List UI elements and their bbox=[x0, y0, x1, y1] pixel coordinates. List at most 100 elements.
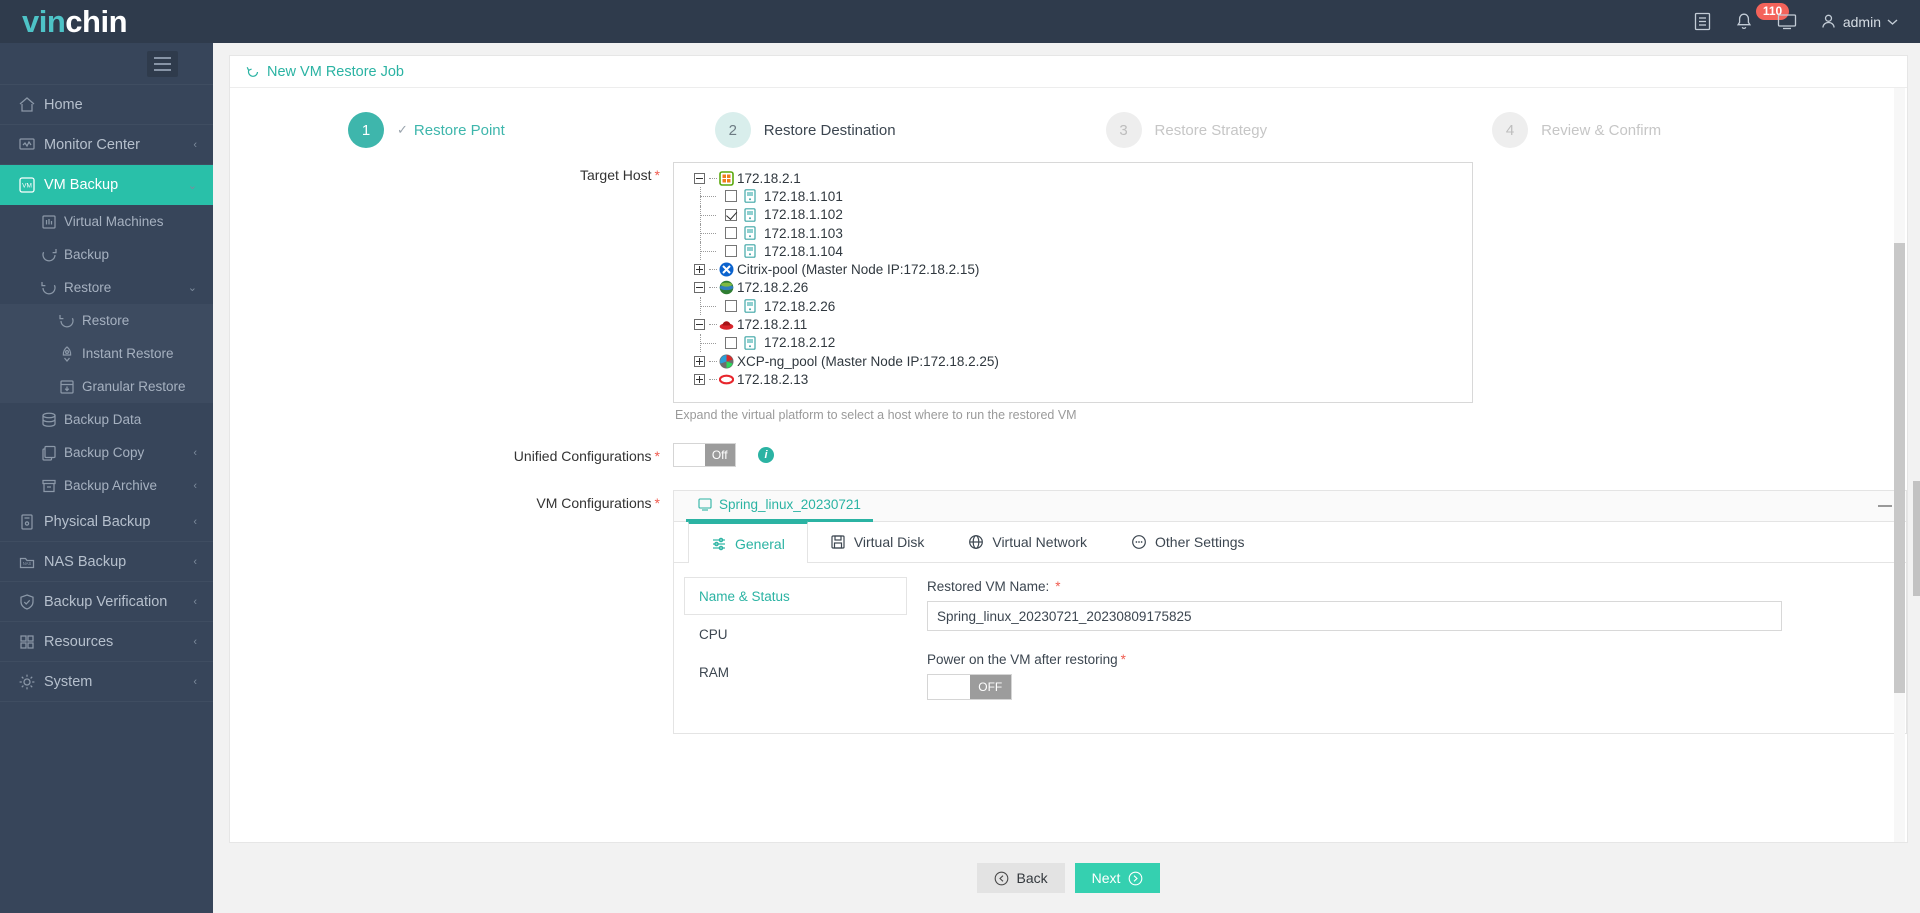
redhat-icon bbox=[719, 317, 734, 332]
subnav-item-name-status[interactable]: Name & Status bbox=[684, 577, 907, 615]
sidebar-item-restore[interactable]: Restore bbox=[0, 304, 213, 337]
sidebar-item-backup-verification[interactable]: Backup Verification ‹ bbox=[0, 582, 213, 622]
back-button[interactable]: Back bbox=[976, 863, 1065, 893]
chevron-icon: ‹ bbox=[193, 446, 197, 459]
expand-icon[interactable] bbox=[694, 355, 705, 367]
sidebar-item-restore[interactable]: Restore ⌄ bbox=[0, 271, 213, 304]
user-menu[interactable]: admin bbox=[1820, 13, 1898, 30]
tree-connector bbox=[709, 177, 717, 179]
sidebar-item-monitor-center[interactable]: Monitor Center ‹ bbox=[0, 125, 213, 165]
inner-scrollbar[interactable] bbox=[1894, 88, 1905, 842]
minimize-icon[interactable] bbox=[1878, 505, 1892, 507]
tree-node-checkbox[interactable] bbox=[725, 190, 737, 203]
tree-node[interactable]: Citrix-pool (Master Node IP:172.18.2.15) bbox=[682, 260, 1464, 278]
step-label: Restore Strategy bbox=[1154, 121, 1268, 139]
sidebar-item-instant-restore[interactable]: Instant Restore bbox=[0, 337, 213, 370]
host-icon bbox=[744, 226, 756, 240]
sidebar-item-label: Resources bbox=[44, 633, 114, 650]
expand-icon[interactable] bbox=[694, 373, 705, 385]
subnav-item-cpu[interactable]: CPU bbox=[684, 615, 907, 653]
wizard-step-3[interactable]: 3 Restore Strategy bbox=[1105, 112, 1268, 148]
tab-general[interactable]: General bbox=[688, 521, 808, 563]
wizard-step-4[interactable]: 4 Review & Confirm bbox=[1492, 112, 1661, 148]
expand-icon[interactable] bbox=[694, 264, 705, 276]
tree-node[interactable]: 172.18.1.101 bbox=[682, 187, 1464, 206]
collapse-icon[interactable] bbox=[694, 319, 705, 331]
bell-icon[interactable]: 110 bbox=[1734, 3, 1790, 32]
tree-node-label: 172.18.1.101 bbox=[764, 188, 843, 204]
page-scrollbar-thumb[interactable] bbox=[1913, 481, 1920, 596]
sidebar-item-resources[interactable]: Resources ‹ bbox=[0, 622, 213, 662]
dots-circle-icon bbox=[1131, 534, 1147, 550]
user-icon bbox=[1822, 14, 1835, 28]
unified-config-toggle[interactable]: Off bbox=[673, 443, 736, 467]
sidebar-item-backup-copy[interactable]: Backup Copy ‹ bbox=[0, 436, 213, 469]
next-button[interactable]: Next bbox=[1074, 863, 1161, 893]
tree-node[interactable]: 172.18.1.104 bbox=[682, 242, 1464, 261]
sidebar-item-backup[interactable]: Backup bbox=[0, 238, 213, 271]
target-host-tree[interactable]: 172.18.2.1 172.18.1.101 172.18.1.102 172.18… bbox=[673, 162, 1473, 403]
info-icon[interactable]: i bbox=[758, 447, 774, 463]
sidebar-item-backup-data[interactable]: Backup Data bbox=[0, 403, 213, 436]
tree-node[interactable]: 172.18.2.26 bbox=[682, 297, 1464, 316]
tree-node-checkbox[interactable] bbox=[725, 300, 737, 313]
tab-virtual-disk[interactable]: Virtual Disk bbox=[808, 522, 947, 562]
subnav-item-label: Name & Status bbox=[699, 588, 790, 604]
tree-node-checkbox[interactable] bbox=[725, 336, 737, 349]
sidebar-item-system[interactable]: System ‹ bbox=[0, 662, 213, 702]
subnav-item-ram[interactable]: RAM bbox=[684, 653, 907, 691]
sidebar-item-label: Physical Backup bbox=[44, 513, 151, 530]
tree-node-checkbox[interactable] bbox=[725, 208, 737, 221]
monitor-icon[interactable] bbox=[1776, 12, 1798, 31]
sidebar-item-label: VM Backup bbox=[44, 177, 119, 193]
hamburger-icon[interactable] bbox=[147, 50, 178, 77]
sidebar-item-virtual-machines[interactable]: Virtual Machines bbox=[0, 205, 213, 238]
sidebar-item-nas-backup[interactable]: NAS NAS Backup ‹ bbox=[0, 542, 213, 582]
tree-node[interactable]: XCP-ng_pool (Master Node IP:172.18.2.25) bbox=[682, 352, 1464, 370]
log-icon[interactable] bbox=[1693, 12, 1712, 31]
sidebar-item-granular-restore[interactable]: Granular Restore bbox=[0, 370, 213, 403]
vm-configurations-panel: Spring_linux_20230721 General Virtual Dis… bbox=[673, 490, 1907, 734]
home-icon bbox=[18, 96, 44, 114]
tree-node[interactable]: 172.18.2.13 bbox=[682, 370, 1464, 388]
page-title: New VM Restore Job bbox=[267, 63, 404, 80]
sidebar-item-vm-backup[interactable]: VM VM Backup ⌄ bbox=[0, 165, 213, 205]
sidebar-item-physical-backup[interactable]: Physical Backup ‹ bbox=[0, 502, 213, 542]
required-mark: * bbox=[1055, 579, 1061, 594]
sidebar-item-label: Virtual Machines bbox=[64, 214, 164, 229]
tree-node[interactable]: 172.18.1.102 bbox=[682, 205, 1464, 224]
chevron-icon: ‹ bbox=[193, 635, 197, 648]
tree-node-label: 172.18.2.11 bbox=[737, 317, 808, 333]
sidebar-item-label: Granular Restore bbox=[82, 379, 186, 394]
restored-vm-name-label-wrap: Restored VM Name: * bbox=[927, 579, 1876, 594]
sidebar-item-home[interactable]: Home bbox=[0, 85, 213, 125]
tree-node[interactable]: 172.18.2.1 bbox=[682, 169, 1464, 187]
vm-config-tabs: General Virtual Disk Virtual Network Other … bbox=[674, 521, 1906, 563]
tree-node[interactable]: 172.18.2.26 bbox=[682, 279, 1464, 297]
copy-icon bbox=[40, 444, 64, 462]
tree-guide-line bbox=[700, 333, 701, 352]
tree-node[interactable]: 172.18.1.103 bbox=[682, 223, 1464, 243]
tab-virtual-network[interactable]: Virtual Network bbox=[946, 522, 1109, 562]
collapse-icon[interactable] bbox=[694, 282, 705, 294]
wizard-step-1[interactable]: 1 ✓ Restore Point bbox=[348, 112, 505, 148]
toggle-label: OFF bbox=[969, 675, 1011, 699]
inner-scrollbar-thumb[interactable] bbox=[1894, 243, 1905, 693]
shield-check-icon bbox=[18, 593, 44, 611]
tree-node-checkbox[interactable] bbox=[725, 227, 737, 240]
collapse-icon[interactable] bbox=[694, 172, 705, 184]
tree-node-checkbox[interactable] bbox=[725, 245, 737, 258]
chevron-icon: ‹ bbox=[193, 595, 197, 608]
power-on-label: Power on the VM after restoring bbox=[927, 652, 1118, 667]
body-row: Home Monitor Center ‹ VM VM Backup ⌄ Virtual M… bbox=[0, 43, 1920, 913]
vm-tab-spring-linux[interactable]: Spring_linux_20230721 bbox=[686, 491, 873, 522]
tree-node[interactable]: 172.18.2.12 bbox=[682, 333, 1464, 352]
tree-node[interactable]: 172.18.2.11 bbox=[682, 315, 1464, 333]
page-scrollbar[interactable] bbox=[1913, 86, 1920, 913]
sidebar-item-backup-archive[interactable]: Backup Archive ‹ bbox=[0, 469, 213, 502]
wizard-step-2[interactable]: 2 Restore Destination bbox=[714, 112, 896, 148]
app-logo[interactable]: vinchin bbox=[0, 6, 213, 37]
restored-vm-name-input[interactable] bbox=[927, 601, 1782, 631]
power-on-toggle[interactable]: OFF bbox=[927, 674, 1012, 700]
tab-other-settings[interactable]: Other Settings bbox=[1109, 522, 1267, 562]
